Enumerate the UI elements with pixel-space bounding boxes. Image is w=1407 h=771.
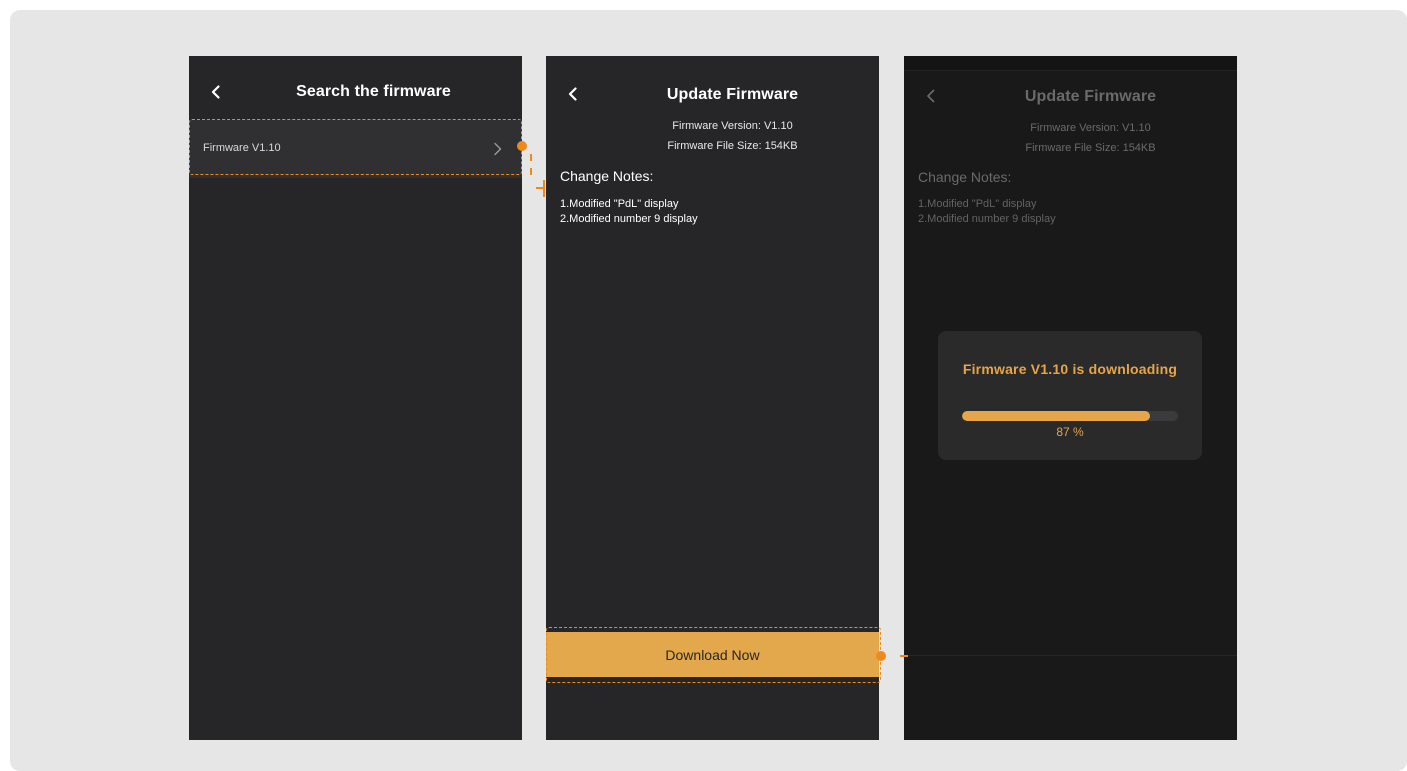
dialog-title: Firmware V1.10 is downloading [962,361,1178,377]
back-chevron-icon[interactable] [209,85,223,99]
change-notes-heading: Change Notes: [560,168,654,184]
progress-bar [962,411,1178,421]
change-note-item: 2.Modified number 9 display [560,213,698,225]
back-chevron-icon [927,89,935,103]
firmware-size-text: Firmware File Size: 154KB [1025,142,1156,154]
highlight-firmware-item [189,119,522,175]
connector-line [530,168,532,175]
connector-line [536,187,544,189]
download-progress-dialog: Firmware V1.10 is downloading 87 % [938,331,1202,460]
progress-bar-fill [962,411,1150,421]
firmware-version-text: Firmware Version: V1.10 [1030,122,1151,134]
change-note-item: 2.Modified number 9 display [918,213,1056,225]
change-note-item: 1.Modified "PdL" display [560,198,679,210]
page-title: Update Firmware [1024,88,1157,105]
firmware-version-text: Firmware Version: V1.10 [672,120,793,132]
divider [904,70,1237,71]
connector-dot [517,141,527,151]
screen-downloading: Update Firmware Firmware Version: V1.10 … [904,56,1237,740]
connector-line [530,154,532,161]
change-notes-heading: Change Notes: [918,169,1012,185]
back-chevron-icon[interactable] [566,87,580,101]
connector-dot [876,651,886,661]
change-note-item: 1.Modified "PdL" display [918,198,1037,210]
progress-percent-text: 87 % [1056,425,1084,439]
connector-line [900,655,908,657]
firmware-size-text: Firmware File Size: 154KB [667,140,798,152]
highlight-download-button [546,627,881,683]
divider [904,655,1237,656]
page-title: Update Firmware [666,86,799,103]
status-bar [904,56,1237,70]
page-title: Search the firmware [296,83,451,100]
